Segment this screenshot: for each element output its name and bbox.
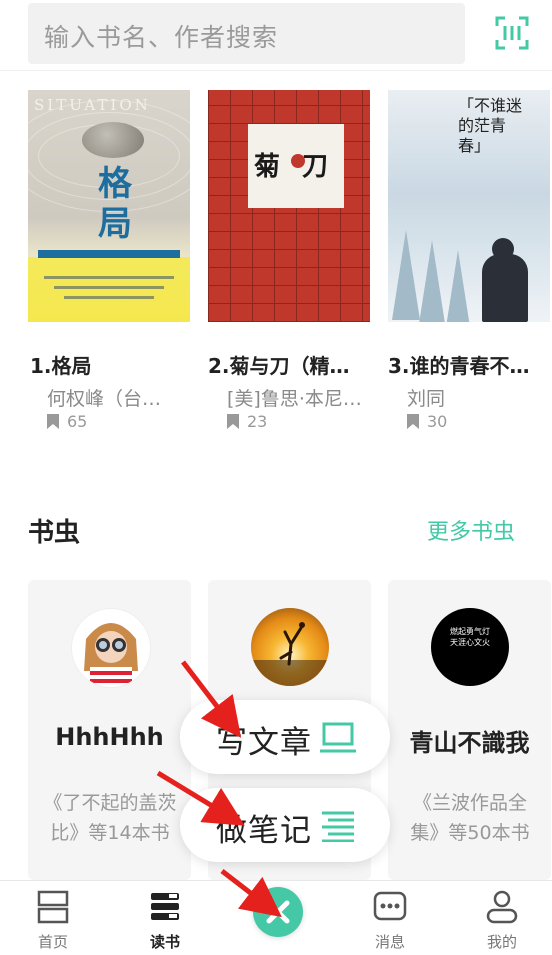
scan-icon[interactable]: [495, 16, 529, 50]
book-author-2: [美]鲁思·本尼…: [227, 388, 362, 410]
cover-line: [64, 296, 154, 299]
section-title: 书虫: [28, 518, 81, 548]
books-stack-icon: [151, 893, 179, 920]
tab-label: 首页: [37, 933, 68, 951]
avatar[interactable]: [251, 608, 329, 686]
cover-band: [38, 250, 180, 258]
cover-dot: [291, 154, 305, 168]
close-menu-button[interactable]: [253, 887, 303, 937]
tab-label: 我的: [486, 933, 517, 951]
book-cover-3[interactable]: 「不谁迷的茫青春」: [388, 90, 550, 322]
home-icon: [37, 890, 69, 924]
tab-reading[interactable]: 读书: [125, 881, 205, 955]
tree-shape: [444, 250, 472, 322]
write-article-button[interactable]: 写文章: [180, 700, 390, 774]
close-icon: [266, 900, 290, 924]
search-input[interactable]: 输入书名、作者搜索: [44, 18, 278, 54]
tab-home[interactable]: 首页: [13, 881, 93, 955]
book-count-value: 30: [427, 412, 448, 431]
tab-label: 消息: [374, 933, 405, 951]
user-desc: 《了不起的盖茨比》等14本书: [43, 792, 177, 844]
book-count-value: 65: [67, 412, 88, 431]
take-notes-label: 做笔记: [216, 813, 312, 849]
bookmark-icon: [407, 414, 419, 429]
cover-title: 格局: [98, 164, 132, 244]
book-author-3: 刘同: [407, 388, 446, 410]
book-count-value: 23: [247, 412, 268, 431]
user-desc: 《兰波作品全集》等50本书: [410, 792, 530, 844]
book-cover-2[interactable]: 菊刀: [208, 90, 370, 322]
tab-profile[interactable]: 我的: [462, 881, 542, 955]
book-title-2[interactable]: 2.菊与刀（精…: [208, 350, 368, 379]
cover-title: 「不谁迷的茫青春」: [458, 96, 523, 155]
header-divider: [0, 70, 552, 71]
tree-shape: [392, 230, 420, 320]
take-notes-button[interactable]: 做笔记: [180, 788, 390, 862]
cover-text: SITUATION: [34, 96, 151, 114]
user-name: 青山不識我: [409, 729, 530, 757]
search-bar[interactable]: 输入书名、作者搜索: [28, 3, 465, 64]
book-title-3[interactable]: 3.谁的青春不…: [388, 350, 548, 379]
message-icon: [373, 891, 407, 921]
book-cover-1[interactable]: SITUATION 格局: [28, 90, 190, 322]
book-title-1[interactable]: 1.格局: [30, 350, 190, 379]
cover-line: [54, 286, 164, 289]
avatar[interactable]: 燃起勇气灯 天涯心文火: [431, 608, 509, 686]
more-bookworms-link[interactable]: 更多书虫: [427, 514, 515, 546]
avatar[interactable]: [71, 608, 151, 688]
bookmark-icon: [227, 414, 239, 429]
write-article-label: 写文章: [216, 725, 312, 761]
user-card-3[interactable]: 燃起勇气灯 天涯心文火 青山不識我 《兰波作品全集》等50本书: [388, 580, 551, 880]
tree-shape: [418, 240, 446, 322]
tab-label: 读书: [149, 933, 180, 951]
person-figure: [482, 254, 528, 322]
cover-line: [44, 276, 174, 279]
user-name: HhhHhh: [55, 723, 164, 751]
laptop-icon: [320, 722, 356, 753]
tab-messages[interactable]: 消息: [350, 881, 430, 955]
stone-image: [82, 122, 144, 158]
user-card-1[interactable]: HhhHhh 《了不起的盖茨比》等14本书: [28, 580, 191, 880]
book-author-1: 何权峰（台…: [47, 388, 162, 410]
avatar-text: 燃起勇气灯 天涯心文火: [450, 627, 490, 647]
person-icon: [486, 890, 518, 924]
bookmark-icon: [47, 414, 59, 429]
notes-list-icon: [322, 811, 354, 842]
